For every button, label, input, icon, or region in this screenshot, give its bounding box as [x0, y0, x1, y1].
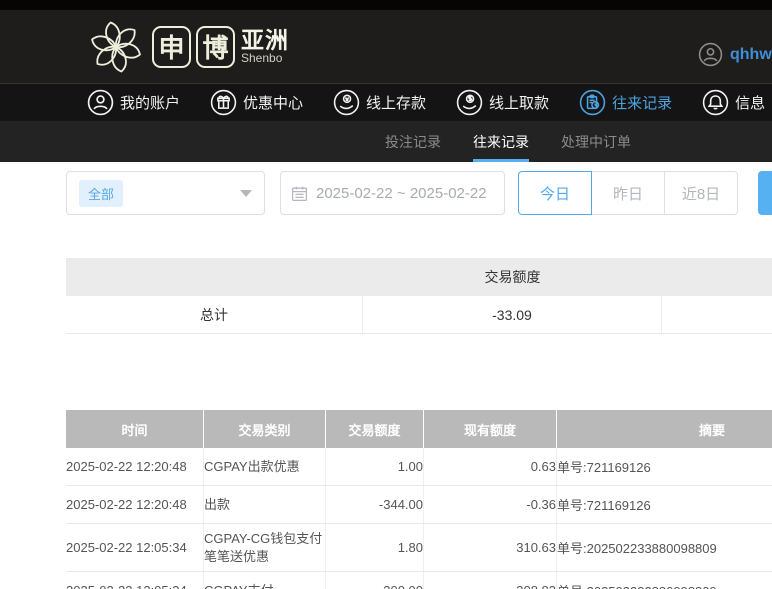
transactions-header-row: 时间 交易类别 交易额度 现有额度 摘要: [66, 410, 772, 448]
summary-empty-cell: [662, 296, 772, 333]
top-strip: [0, 0, 772, 10]
caret-down-icon: [240, 189, 252, 197]
cell-time: 2025-02-22 12:05:34: [66, 572, 204, 589]
logo-char-box: 申: [152, 25, 191, 68]
cell-note: 单号:721169126: [557, 498, 651, 513]
col-header-type: 交易类别: [204, 410, 326, 448]
gift-icon: [210, 89, 237, 116]
selected-type-chip[interactable]: 全部: [79, 179, 124, 207]
logo-wordmark: 亚洲 Shenbo: [241, 28, 289, 65]
cell-type: CGPAY-CG钱包支付笔笔送优惠: [204, 524, 326, 572]
logo-char-box: 博: [196, 25, 235, 68]
cell-type: CGPAY出款优惠: [204, 448, 326, 485]
user-account[interactable]: qhhw: [698, 42, 772, 67]
nav-label: 我的账户: [120, 95, 181, 112]
cell-note: 单号:202502233880098809: [557, 541, 717, 557]
cell-amount: -344.00: [326, 486, 424, 523]
quick-date-buttons: 今日 昨日 近8日: [518, 171, 738, 215]
calendar-icon: [291, 186, 308, 201]
col-header-note: 摘要: [698, 422, 725, 438]
quick-label: 昨日: [612, 185, 643, 203]
date-range-input[interactable]: 2025-02-22 ~ 2025-02-22: [280, 171, 505, 215]
flower-logo-icon: [91, 20, 141, 73]
logo-subtitle: Shenbo: [241, 51, 283, 66]
summary-header-empty: [66, 258, 363, 296]
nav-label: 往来记录: [612, 95, 673, 112]
cell-balance: 0.63: [424, 448, 557, 485]
cell-time: 2025-02-22 12:05:34: [66, 524, 204, 572]
cell-amount: 300.00: [326, 572, 424, 589]
summary-header-row: 交易额度: [66, 258, 772, 296]
table-row: 2025-02-22 12:20:48 出款 -344.00 -0.36 单号:7211…: [66, 486, 772, 524]
summary-total-row: 总计 -33.09: [66, 296, 772, 334]
summary-table: 交易额度 总计 -33.09: [66, 258, 772, 334]
user-avatar-icon: [698, 42, 723, 67]
type-select[interactable]: 全部: [66, 171, 265, 215]
nav-label: 线上存款: [366, 95, 427, 112]
col-header-amount: 交易额度: [326, 410, 424, 448]
tab-transaction-records[interactable]: 往来记录: [473, 121, 529, 162]
summary-amount-header: 交易额度: [484, 269, 541, 285]
summary-total-value: -33.09: [363, 296, 662, 333]
nav-item-records[interactable]: 往来记录: [579, 89, 672, 116]
nav-label: 信息: [735, 95, 766, 112]
username-text[interactable]: qhhw: [730, 46, 772, 64]
withdraw-coin-icon: [456, 89, 483, 116]
cell-amount: 1.80: [326, 524, 424, 572]
col-header-balance: 现有额度: [424, 410, 557, 448]
quick-label: 今日: [539, 185, 570, 203]
transactions-table-body: 2025-02-22 12:20:48 CGPAY出款优惠 1.00 0.63 单号:7…: [66, 448, 772, 589]
sub-nav: 投注记录 往来记录 处理中订单: [0, 121, 772, 162]
last-8-days-button[interactable]: 近8日: [664, 171, 738, 215]
col-header-time: 时间: [66, 410, 204, 448]
logo-char-1: 申: [158, 33, 185, 63]
nav-label: 优惠中心: [243, 95, 304, 112]
date-range-value: 2025-02-22 ~ 2025-02-22: [316, 184, 487, 202]
tab-label: 投注记录: [385, 133, 441, 150]
brand-logo[interactable]: 申 博 亚洲 Shenbo: [85, 18, 289, 76]
cell-balance: 308.83: [424, 572, 557, 589]
table-row: 2025-02-22 12:05:34 CGPAY-CG钱包支付笔笔送优惠 1.80…: [66, 524, 772, 573]
tab-label: 处理中订单: [561, 133, 631, 150]
today-button[interactable]: 今日: [518, 171, 592, 215]
cell-amount: 1.00: [326, 448, 424, 485]
table-row: 2025-02-22 12:05:34CGPAY支付300.00308.83单号…: [66, 572, 772, 589]
summary-total-label: 总计: [66, 296, 363, 333]
tab-betting-records[interactable]: 投注记录: [385, 121, 441, 162]
yesterday-button[interactable]: 昨日: [591, 171, 665, 215]
quick-label: 近8日: [681, 185, 721, 203]
summary-header-empty: [662, 258, 772, 296]
nav-item-withdraw[interactable]: 线上取款: [456, 89, 549, 116]
table-row: 2025-02-22 12:20:48 CGPAY出款优惠 1.00 0.63 单号:7…: [66, 448, 772, 486]
nav-item-my-account[interactable]: 我的账户: [87, 89, 180, 116]
tab-label: 往来记录: [473, 133, 529, 150]
cell-type: 出款: [204, 486, 326, 523]
site-header: 申 博 亚洲 Shenbo qhhw: [0, 10, 772, 83]
tab-processing-orders[interactable]: 处理中订单: [561, 121, 631, 162]
person-icon: [87, 89, 114, 116]
logo-region-text: 亚洲: [241, 27, 289, 54]
records-clipboard-icon: [579, 89, 606, 116]
nav-item-promotions[interactable]: 优惠中心: [210, 89, 303, 116]
transactions-table: 时间 交易类别 交易额度 现有额度 摘要 2025-02-22 12:20:48…: [66, 410, 772, 589]
main-nav: 我的账户 优惠中心 线上存款 线上取款 往来记录 信息: [0, 83, 772, 121]
bell-icon: [702, 89, 729, 116]
nav-label: 线上取款: [489, 95, 550, 112]
cell-balance: 310.63: [424, 524, 557, 572]
nav-item-messages[interactable]: 信息: [702, 89, 765, 116]
query-button[interactable]: [758, 171, 772, 215]
cell-note: 单号:202502233880098809: [557, 572, 772, 589]
cell-time: 2025-02-22 12:20:48: [66, 448, 204, 485]
deposit-coin-icon: [333, 89, 360, 116]
cell-balance: -0.36: [424, 486, 557, 523]
nav-item-deposit[interactable]: 线上存款: [333, 89, 426, 116]
cell-type: CGPAY支付: [204, 572, 326, 589]
cell-time: 2025-02-22 12:20:48: [66, 486, 204, 523]
logo-char-2: 博: [202, 33, 229, 63]
cell-note: 单号:721169126: [557, 460, 651, 475]
